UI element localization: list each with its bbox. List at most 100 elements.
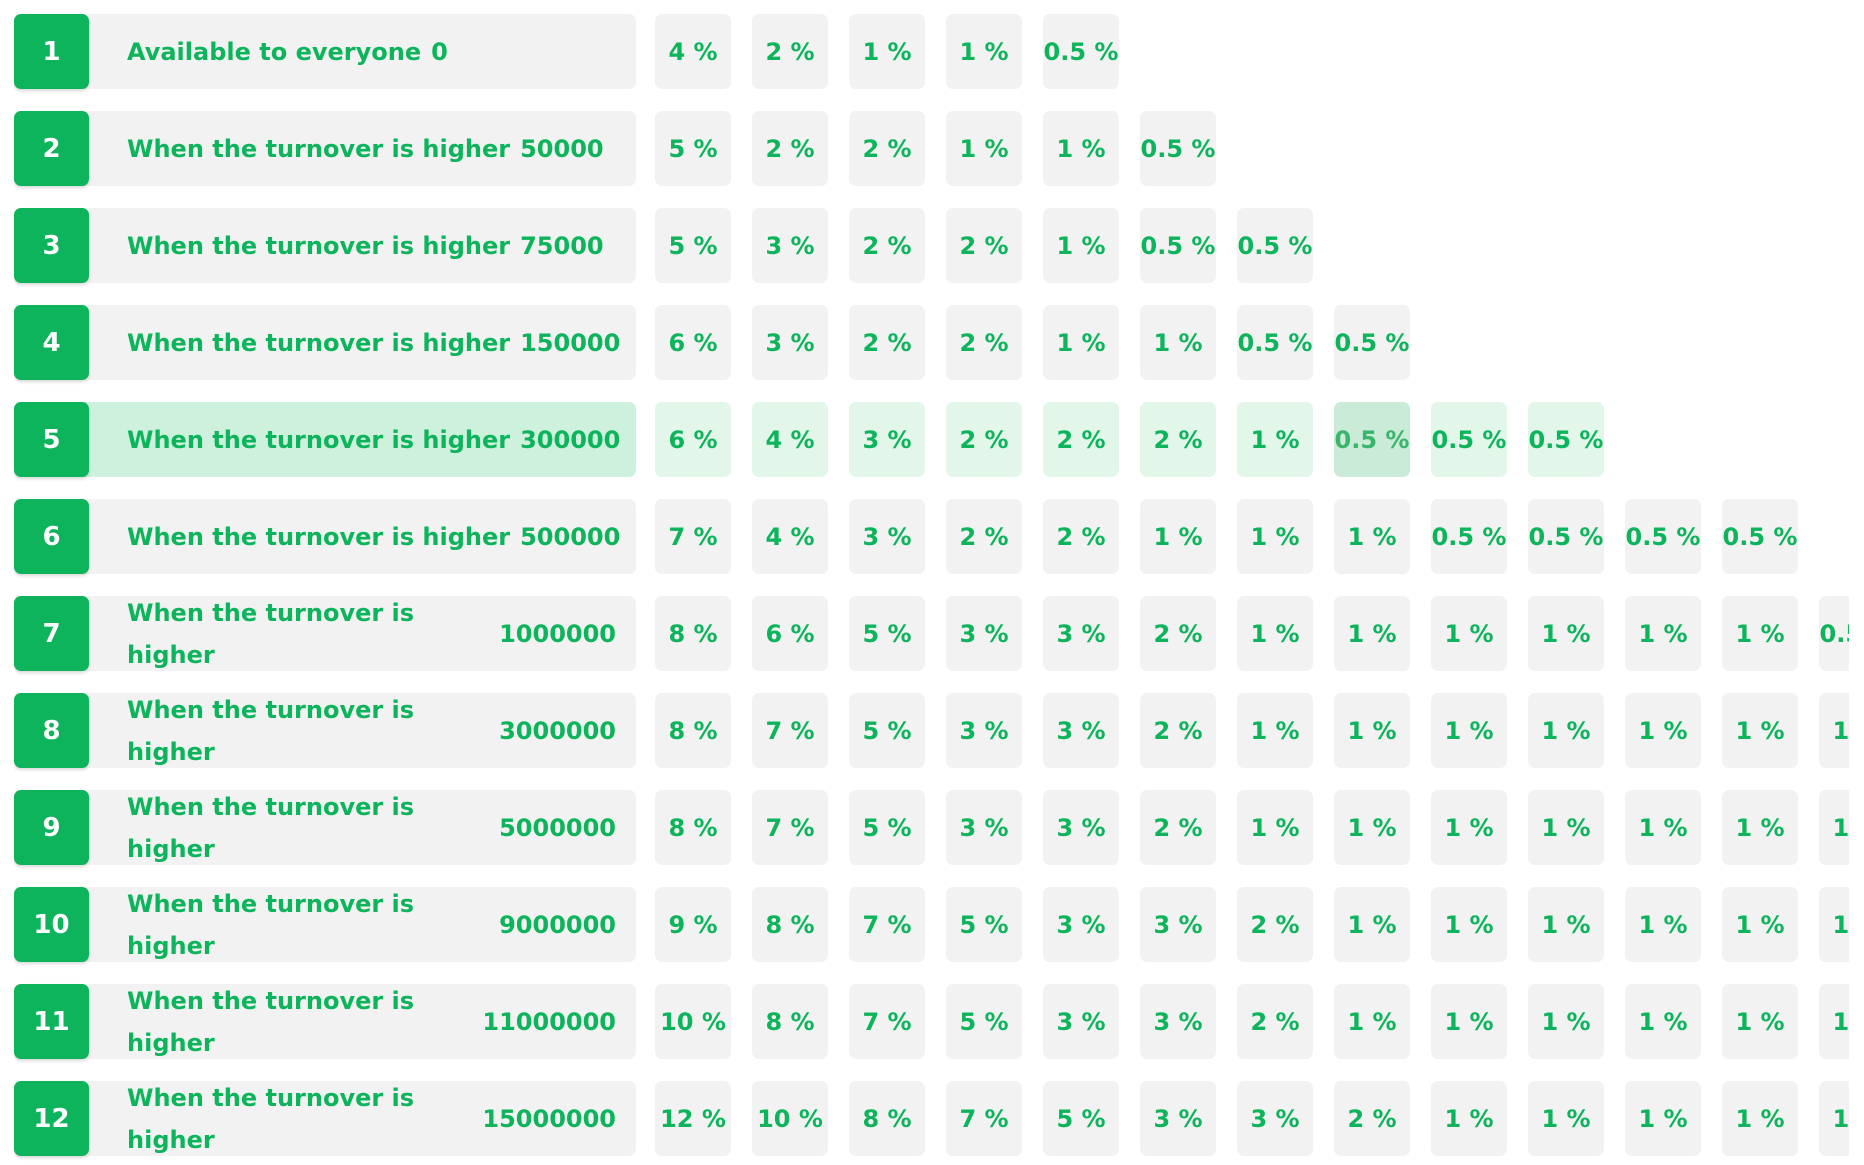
rate-cell[interactable]: 0.5 % xyxy=(1140,111,1216,186)
rate-cell[interactable]: 0.5 % xyxy=(1528,499,1604,574)
level-row[interactable]: 9 When the turnover is higher 5000000 8 … xyxy=(14,790,1849,865)
rate-cell[interactable]: 0.5 % xyxy=(1237,305,1313,380)
rate-cell[interactable]: 3 % xyxy=(1140,1081,1216,1156)
rate-cell[interactable]: 3 % xyxy=(1140,984,1216,1059)
rate-cell[interactable]: 0.5 % xyxy=(1819,596,1849,671)
level-row[interactable]: 2 When the turnover is higher 50000 5 % 2… xyxy=(14,111,1849,186)
rate-cell[interactable]: 1 % xyxy=(1140,305,1216,380)
rate-cell[interactable]: 0.5 % xyxy=(1625,499,1701,574)
rate-cell[interactable]: 2 % xyxy=(946,208,1022,283)
rate-cell[interactable]: 8 % xyxy=(655,790,731,865)
rate-cell[interactable]: 2 % xyxy=(946,402,1022,477)
rate-cell[interactable]: 1 % xyxy=(1722,596,1798,671)
rate-cell[interactable]: 2 % xyxy=(849,208,925,283)
level-row[interactable]: 10 When the turnover is higher 9000000 9… xyxy=(14,887,1849,962)
rate-cell[interactable]: 8 % xyxy=(849,1081,925,1156)
rate-cell[interactable]: 5 % xyxy=(849,790,925,865)
rate-cell[interactable]: 8 % xyxy=(655,596,731,671)
rate-cell[interactable]: 3 % xyxy=(1043,887,1119,962)
rate-cell[interactable]: 1 % xyxy=(1819,984,1849,1059)
rate-cell[interactable]: 7 % xyxy=(849,887,925,962)
rate-cell[interactable]: 0.5 % xyxy=(1334,305,1410,380)
rate-cell[interactable]: 2 % xyxy=(946,305,1022,380)
rate-cell[interactable]: 1 % xyxy=(946,111,1022,186)
rate-cell[interactable]: 1 % xyxy=(1334,596,1410,671)
rate-cell[interactable]: 9 % xyxy=(655,887,731,962)
rate-cell[interactable]: 1 % xyxy=(1237,499,1313,574)
rate-cell[interactable]: 1 % xyxy=(1625,596,1701,671)
rate-cell[interactable]: 1 % xyxy=(1334,499,1410,574)
rate-cell[interactable]: 5 % xyxy=(849,596,925,671)
rate-cell[interactable]: 0.5 % xyxy=(1140,208,1216,283)
level-row[interactable]: 8 When the turnover is higher 3000000 8 … xyxy=(14,693,1849,768)
rate-cell[interactable]: 3 % xyxy=(752,305,828,380)
rate-cell[interactable]: 3 % xyxy=(946,790,1022,865)
rate-cell[interactable]: 3 % xyxy=(1043,790,1119,865)
level-row[interactable]: 7 When the turnover is higher 1000000 8 … xyxy=(14,596,1849,671)
rate-cell[interactable]: 7 % xyxy=(752,790,828,865)
rate-cell[interactable]: 2 % xyxy=(1140,596,1216,671)
rate-cell[interactable]: 1 % xyxy=(1334,790,1410,865)
rate-cell[interactable]: 3 % xyxy=(1043,984,1119,1059)
rate-cell[interactable]: 0.5 % xyxy=(1528,402,1604,477)
rate-cell[interactable]: 1 % xyxy=(1431,887,1507,962)
rate-cell[interactable]: 1 % xyxy=(1334,693,1410,768)
rate-cell[interactable]: 2 % xyxy=(1140,402,1216,477)
level-row[interactable]: 4 When the turnover is higher 150000 6 %… xyxy=(14,305,1849,380)
rate-cell[interactable]: 1 % xyxy=(1431,984,1507,1059)
rate-cell[interactable]: 1 % xyxy=(1625,790,1701,865)
rate-cell[interactable]: 2 % xyxy=(1140,693,1216,768)
rate-cell[interactable]: 1 % xyxy=(1819,1081,1849,1156)
rate-cell[interactable]: 1 % xyxy=(1819,887,1849,962)
rate-cell[interactable]: 1 % xyxy=(1722,1081,1798,1156)
rate-cell[interactable]: 3 % xyxy=(946,596,1022,671)
rate-cell[interactable]: 1 % xyxy=(849,14,925,89)
rate-cell[interactable]: 0.5 % xyxy=(1334,402,1410,477)
rate-cell[interactable]: 5 % xyxy=(849,693,925,768)
rate-cell[interactable]: 1 % xyxy=(1625,693,1701,768)
rate-cell[interactable]: 2 % xyxy=(1237,887,1313,962)
rate-cell[interactable]: 4 % xyxy=(752,402,828,477)
rate-cell[interactable]: 5 % xyxy=(655,111,731,186)
rate-cell[interactable]: 2 % xyxy=(849,305,925,380)
rate-cell[interactable]: 3 % xyxy=(946,693,1022,768)
rate-cell[interactable]: 2 % xyxy=(1334,1081,1410,1156)
rate-cell[interactable]: 8 % xyxy=(752,887,828,962)
rate-cell[interactable]: 2 % xyxy=(1140,790,1216,865)
rate-cell[interactable]: 1 % xyxy=(1722,790,1798,865)
rate-cell[interactable]: 3 % xyxy=(849,499,925,574)
rate-cell[interactable]: 1 % xyxy=(1431,596,1507,671)
rate-cell[interactable]: 6 % xyxy=(655,402,731,477)
level-row[interactable]: 5 When the turnover is higher 300000 6 %… xyxy=(14,402,1849,477)
rate-cell[interactable]: 7 % xyxy=(655,499,731,574)
rate-cell[interactable]: 1 % xyxy=(1722,887,1798,962)
rate-cell[interactable]: 2 % xyxy=(849,111,925,186)
rate-cell[interactable]: 2 % xyxy=(1043,402,1119,477)
rate-cell[interactable]: 3 % xyxy=(1043,596,1119,671)
rate-cell[interactable]: 1 % xyxy=(1043,111,1119,186)
rate-cell[interactable]: 10 % xyxy=(655,984,731,1059)
rate-cell[interactable]: 1 % xyxy=(1431,693,1507,768)
rate-cell[interactable]: 5 % xyxy=(946,984,1022,1059)
rate-cell[interactable]: 2 % xyxy=(1043,499,1119,574)
rate-cell[interactable]: 8 % xyxy=(752,984,828,1059)
rate-cell[interactable]: 2 % xyxy=(752,111,828,186)
rate-cell[interactable]: 6 % xyxy=(752,596,828,671)
rate-cell[interactable]: 1 % xyxy=(1237,790,1313,865)
rate-cell[interactable]: 1 % xyxy=(1043,305,1119,380)
rate-cell[interactable]: 5 % xyxy=(1043,1081,1119,1156)
rate-cell[interactable]: 1 % xyxy=(1237,402,1313,477)
rate-cell[interactable]: 1 % xyxy=(1528,1081,1604,1156)
rate-cell[interactable]: 1 % xyxy=(1334,984,1410,1059)
level-row[interactable]: 6 When the turnover is higher 500000 7 %… xyxy=(14,499,1849,574)
rate-cell[interactable]: 2 % xyxy=(752,14,828,89)
rate-cell[interactable]: 2 % xyxy=(1237,984,1313,1059)
rate-cell[interactable]: 4 % xyxy=(752,499,828,574)
level-row[interactable]: 12 When the turnover is higher 15000000 … xyxy=(14,1081,1849,1156)
rate-cell[interactable]: 1 % xyxy=(946,14,1022,89)
rate-cell[interactable]: 0.5 % xyxy=(1431,499,1507,574)
rate-cell[interactable]: 1 % xyxy=(1625,1081,1701,1156)
rate-cell[interactable]: 12 % xyxy=(655,1081,731,1156)
rate-cell[interactable]: 7 % xyxy=(849,984,925,1059)
rate-cell[interactable]: 0.5 % xyxy=(1431,402,1507,477)
